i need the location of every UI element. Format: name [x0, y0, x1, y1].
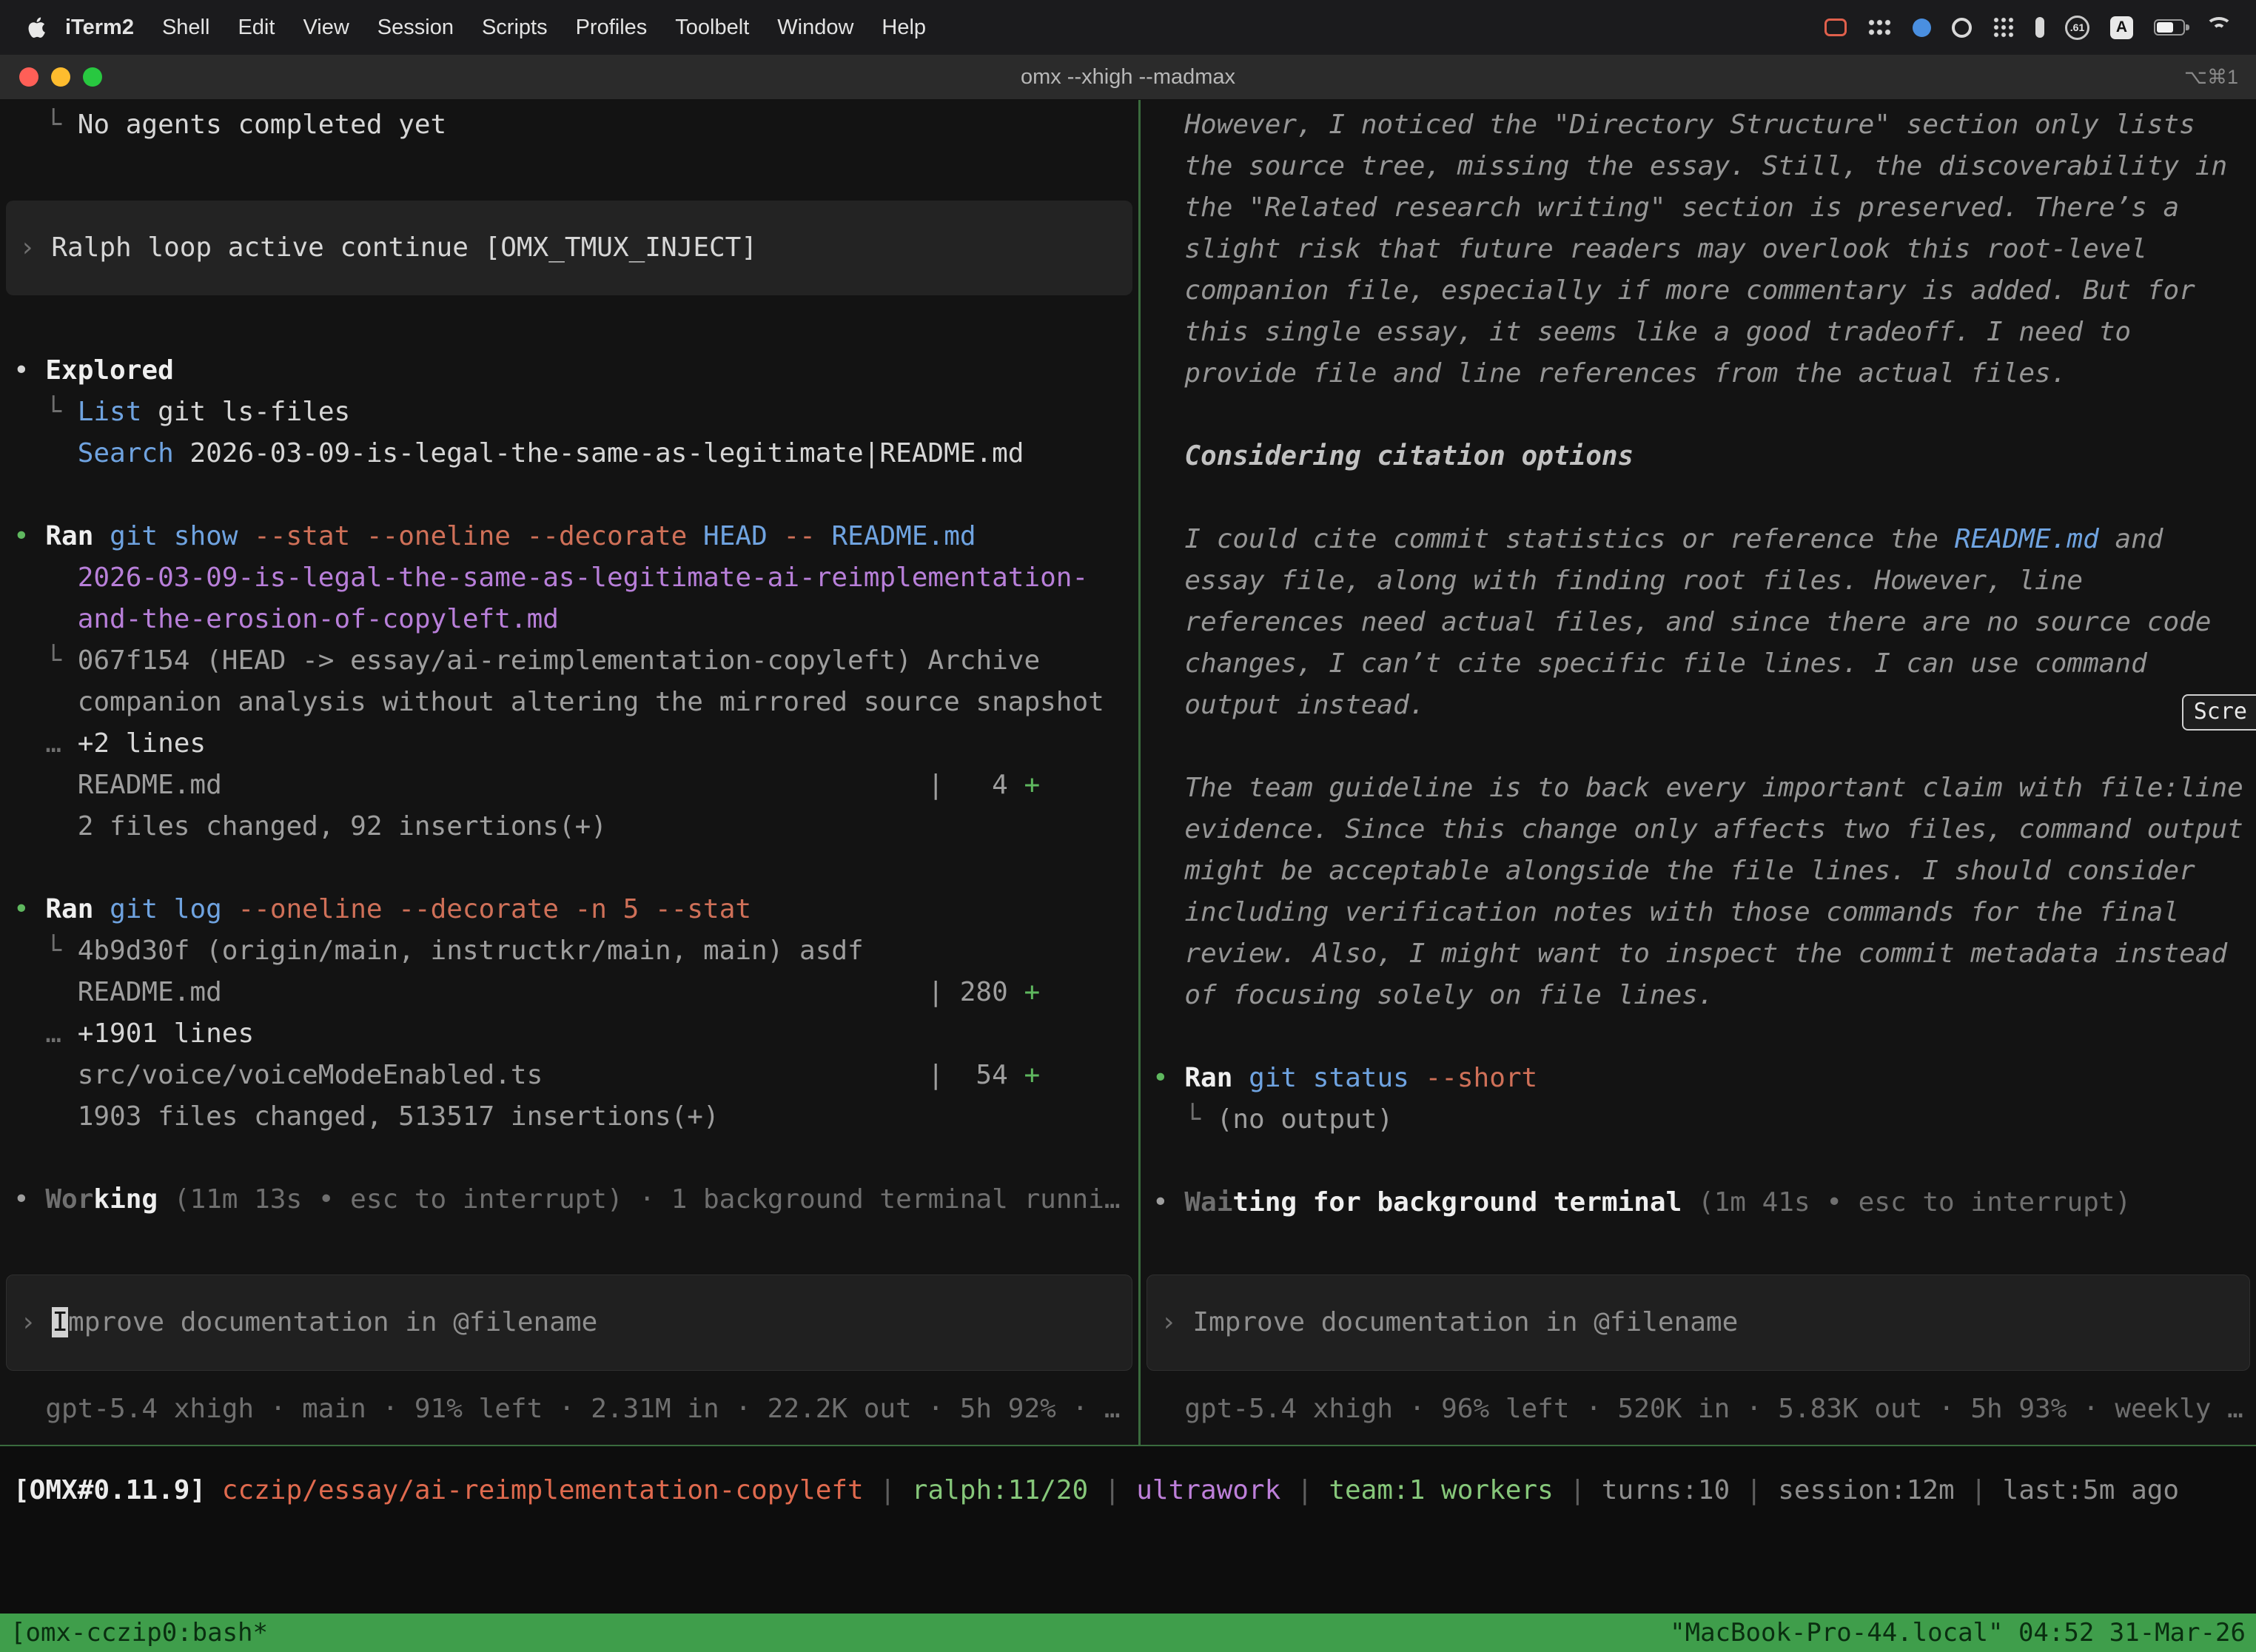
menu-session[interactable]: Session — [377, 16, 454, 40]
tmux-host-clock: "MacBook-Pro-44.local" 04:52 31-Mar-26 — [1670, 1618, 2246, 1648]
terminal-line: └ List git ls-files — [0, 392, 1138, 433]
terminal-line: └ 4b9d30f (origin/main, instructkr/main,… — [0, 930, 1138, 972]
colorpicker-icon[interactable] — [1913, 19, 1931, 37]
terminal-line: companion analysis without altering the … — [0, 682, 1138, 723]
terminal-line: src/voice/voiceModeEnabled.ts | 54 + — [0, 1055, 1138, 1096]
terminal-line: review. Also, I might want to inspect th… — [1141, 933, 2256, 975]
terminal-line: output instead. — [1141, 685, 2256, 726]
terminal-line: essay file, along with finding root file… — [1141, 560, 2256, 602]
menu-iterm2[interactable]: iTerm2 — [65, 16, 134, 40]
keyboard-layout-icon[interactable]: A — [2110, 16, 2133, 39]
omx-status-line: [OMX#0.11.9] cczip/essay/ai-reimplementa… — [0, 1470, 2256, 1511]
terminal-line — [0, 309, 1138, 350]
model-status-right: gpt-5.4 xhigh · 96% left · 520K in · 5.8… — [1141, 1389, 2256, 1430]
terminal-line: references need actual files, and since … — [1141, 602, 2256, 643]
window-shortcut-hint: ⌥⌘1 — [2184, 66, 2256, 89]
menu-window[interactable]: Window — [777, 16, 853, 40]
window-titlebar: omx --xhigh --madmax ⌥⌘1 — [0, 55, 2256, 100]
terminal-line: └ No agents completed yet — [0, 104, 1138, 146]
menu-help[interactable]: Help — [882, 16, 926, 40]
terminal-line: • Explored — [0, 350, 1138, 392]
menu-shell[interactable]: Shell — [162, 16, 210, 40]
terminal-line: companion file, especially if more comme… — [1141, 270, 2256, 312]
terminal-line: evidence. Since this change only affects… — [1141, 809, 2256, 850]
screen: iTerm2 Shell Edit View Session Scripts Profile… — [0, 0, 2256, 1652]
queued-message-line: › Ralph loop active continue [OMX_TMUX_I… — [13, 227, 1125, 269]
terminal-line: provide file and line references from th… — [1141, 353, 2256, 394]
terminal-line: • Ran git show --stat --oneline --decora… — [0, 516, 1138, 557]
adguard-icon[interactable] — [1952, 18, 1972, 38]
terminal-line — [1141, 477, 2256, 519]
menu-scripts[interactable]: Scripts — [482, 16, 548, 40]
terminal-line — [0, 146, 1138, 187]
gauge-icon[interactable]: .61 — [2065, 16, 2089, 40]
terminal-line: the source tree, missing the essay. Stil… — [1141, 146, 2256, 187]
model-status-left: gpt-5.4 xhigh · main · 91% left · 2.31M … — [0, 1389, 1138, 1430]
bartender-icon[interactable] — [1867, 18, 1892, 38]
terminal-line: However, I noticed the "Directory Struct… — [1141, 104, 2256, 146]
menu-profiles[interactable]: Profiles — [576, 16, 648, 40]
terminal-line: slight risk that future readers may over… — [1141, 229, 2256, 270]
omx-status-zone: [OMX#0.11.9] cczip/essay/ai-reimplementa… — [0, 1446, 2256, 1614]
terminal-line: README.md | 4 + — [0, 765, 1138, 806]
battery-icon[interactable] — [2154, 19, 2185, 36]
terminal-line — [0, 1138, 1138, 1179]
tmux-status-bar: [omx-cczip0:bash* "MacBook-Pro-44.local"… — [0, 1614, 2256, 1652]
menubar-status-icons: .61 A — [1824, 16, 2237, 40]
terminal-line — [1141, 394, 2256, 436]
terminal-line: 2 files changed, 92 insertions(+) — [0, 806, 1138, 847]
terminal: └ No agents completed yet › Ralph loop ac… — [0, 100, 2256, 1652]
pane-right[interactable]: However, I noticed the "Directory Struct… — [1141, 100, 2256, 1445]
macos-menubar: iTerm2 Shell Edit View Session Scripts Profile… — [0, 0, 2256, 55]
terminal-line: Considering citation options — [1141, 436, 2256, 477]
pane-left[interactable]: └ No agents completed yet › Ralph loop ac… — [0, 100, 1138, 1445]
terminal-line — [1141, 1141, 2256, 1182]
terminal-line — [0, 474, 1138, 516]
terminal-line — [1141, 1016, 2256, 1058]
window-title: omx --xhigh --madmax — [0, 65, 2256, 90]
terminal-line: • Ran git status --short — [1141, 1058, 2256, 1099]
queued-message-box: › Ralph loop active continue [OMX_TMUX_I… — [6, 201, 1132, 295]
apple-menu-icon[interactable] — [27, 16, 46, 39]
pane-left-scrollback: └ No agents completed yet › Ralph loop ac… — [0, 104, 1138, 1220]
screen-edge-popup[interactable]: Scre — [2182, 694, 2256, 731]
terminal-line: • Working (11m 13s • esc to interrupt) ·… — [0, 1179, 1138, 1220]
terminal-line: and-the-erosion-of-copyleft.md — [0, 599, 1138, 640]
terminal-line: README.md | 280 + — [0, 972, 1138, 1013]
wifi-icon[interactable] — [2206, 17, 2232, 38]
prompt-input-left[interactable]: › Improve documentation in @filename — [6, 1275, 1132, 1371]
menu-edit[interactable]: Edit — [238, 16, 275, 40]
terminal-line: I could cite commit statistics or refere… — [1141, 519, 2256, 560]
terminal-line: changes, I can’t cite specific file line… — [1141, 643, 2256, 685]
menubar-items: iTerm2 Shell Edit View Session Scripts Profile… — [65, 16, 926, 40]
pane-right-scrollback: However, I noticed the "Directory Struct… — [1141, 104, 2256, 1223]
terminal-line: … +1901 lines — [0, 1013, 1138, 1055]
terminal-line: Search 2026-03-09-is-legal-the-same-as-l… — [0, 433, 1138, 474]
terminal-line — [1141, 726, 2256, 768]
tmux-panes: └ No agents completed yet › Ralph loop ac… — [0, 100, 2256, 1446]
terminal-line: of focusing solely on file lines. — [1141, 975, 2256, 1016]
tmux-session-window: [omx-cczip0:bash* — [10, 1618, 268, 1648]
dots-grid-icon[interactable] — [1993, 16, 2015, 38]
terminal-line: • Ran git log --oneline --decorate -n 5 … — [0, 889, 1138, 930]
screen-recording-icon[interactable] — [1824, 19, 1847, 36]
terminal-line: 1903 files changed, 513517 insertions(+) — [0, 1096, 1138, 1138]
terminal-line: the "Related research writing" section i… — [1141, 187, 2256, 229]
terminal-line: … +2 lines — [0, 723, 1138, 765]
menu-toolbelt[interactable]: Toolbelt — [675, 16, 749, 40]
menu-view[interactable]: View — [303, 16, 349, 40]
terminal-line: • Waiting for background terminal (1m 41… — [1141, 1182, 2256, 1223]
terminal-line: └ 067f154 (HEAD -> essay/ai-reimplementa… — [0, 640, 1138, 682]
terminal-line: The team guideline is to back every impo… — [1141, 768, 2256, 809]
key-icon[interactable] — [2035, 17, 2044, 38]
terminal-line: └ (no output) — [1141, 1099, 2256, 1141]
terminal-line: 2026-03-09-is-legal-the-same-as-legitima… — [0, 557, 1138, 599]
terminal-line: might be acceptable alongside the file l… — [1141, 850, 2256, 892]
terminal-line — [0, 847, 1138, 889]
terminal-line: including verification notes with those … — [1141, 892, 2256, 933]
terminal-line: this single essay, it seems like a good … — [1141, 312, 2256, 353]
prompt-input-right[interactable]: › Improve documentation in @filename — [1147, 1275, 2250, 1371]
